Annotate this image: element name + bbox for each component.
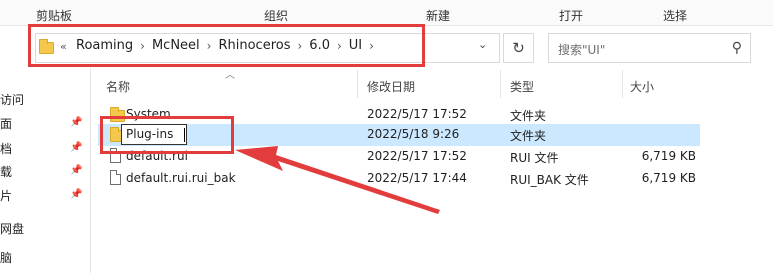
file-explorer-window: 剪贴板 组织 新建 打开 选择 « Roaming › McNeel › Rhi…	[0, 0, 773, 273]
annotation-arrow-shape	[235, 146, 440, 214]
annotation-arrow	[235, 146, 440, 214]
